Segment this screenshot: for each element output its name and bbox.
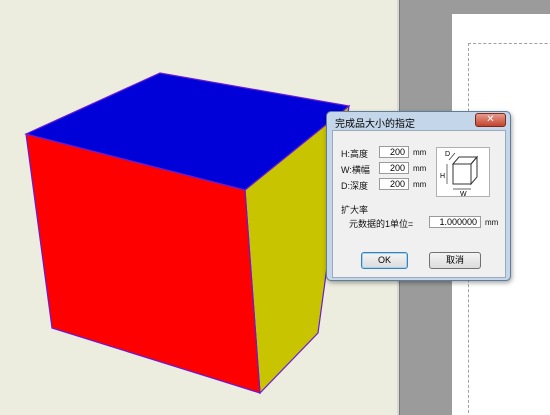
width-label: W:横幅 — [341, 165, 370, 175]
diagram-h-label: H — [440, 173, 445, 180]
scale-unit: mm — [485, 218, 499, 227]
height-label: H:高度 — [341, 149, 369, 159]
box-diagram-icon: D H W — [440, 151, 479, 198]
height-unit: mm — [413, 148, 427, 157]
width-unit: mm — [413, 164, 427, 173]
cancel-button[interactable]: 取消 — [429, 252, 481, 269]
diagram-w-label: W — [460, 191, 467, 196]
scale-input[interactable]: 1.000000 — [429, 216, 481, 228]
dialog-title: 完成品大小的指定 — [335, 119, 415, 130]
close-icon[interactable]: ✕ — [475, 113, 506, 127]
box-dimension-diagram: D H W — [436, 147, 490, 198]
width-input[interactable]: 200 — [379, 162, 409, 174]
diagram-d-label: D — [445, 151, 450, 158]
dialog-body: H:高度 200 mm W:横幅 200 mm D:深度 200 mm D H … — [332, 130, 506, 278]
depth-input[interactable]: 200 — [379, 178, 409, 190]
scale-heading: 扩大率 — [341, 205, 369, 215]
ok-button[interactable]: OK — [361, 252, 408, 269]
scale-label: 元数据的1单位= — [349, 219, 414, 229]
finished-size-dialog: 完成品大小的指定 ✕ H:高度 200 mm W:横幅 200 mm D:深度 … — [326, 111, 511, 281]
depth-unit: mm — [413, 180, 427, 189]
depth-label: D:深度 — [341, 181, 369, 191]
height-input[interactable]: 200 — [379, 146, 409, 158]
